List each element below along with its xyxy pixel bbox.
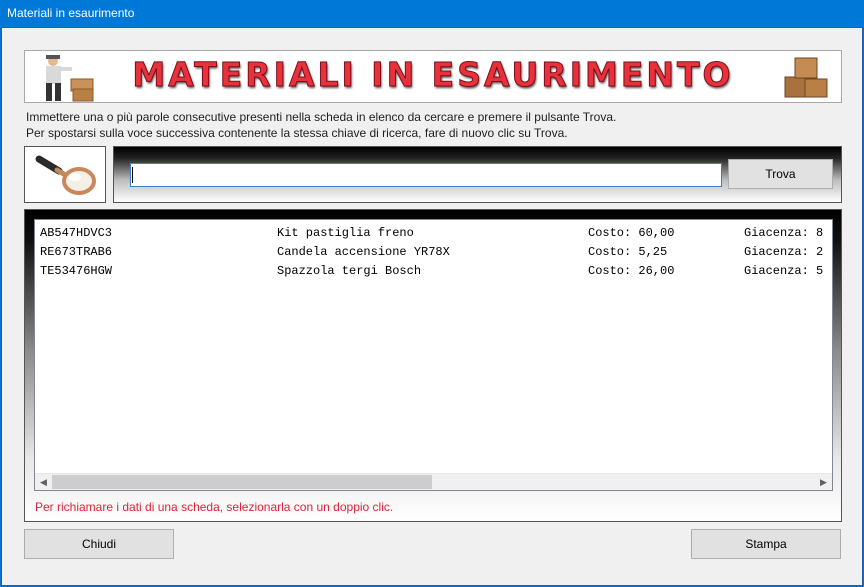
results-listbox[interactable]: AB547HDVC3 Kit pastiglia freno Costo: 60…	[34, 219, 833, 491]
window-title: Materiali in esaurimento	[0, 0, 864, 27]
main-window: MATERIALI IN ESAURIMENTO Immettere una o…	[1, 27, 863, 586]
item-cost: Costo: 5,25	[588, 245, 668, 259]
item-cost: Costo: 26,00	[588, 264, 675, 278]
item-code: TE53476HGW	[40, 264, 113, 278]
item-description: Kit pastiglia freno	[277, 226, 414, 240]
item-stock: Giacenza: 5	[744, 264, 824, 278]
list-item[interactable]: AB547HDVC3 Kit pastiglia freno Costo: 60…	[35, 224, 832, 243]
find-button[interactable]: Trova	[728, 159, 833, 189]
item-code: AB547HDVC3	[40, 226, 113, 240]
scroll-right-icon[interactable]: ▶	[815, 474, 832, 490]
item-cost: Costo: 60,00	[588, 226, 675, 240]
item-stock: Giacenza: 2	[744, 245, 824, 259]
results-panel: AB547HDVC3 Kit pastiglia freno Costo: 60…	[24, 209, 842, 522]
magnifying-glass-icon	[35, 155, 96, 195]
text-caret	[132, 167, 133, 183]
close-button[interactable]: Chiudi	[24, 529, 174, 559]
search-icon-box	[24, 146, 106, 203]
print-button[interactable]: Stampa	[691, 529, 841, 559]
banner-title: MATERIALI IN ESAURIMENTO	[132, 55, 734, 95]
header-banner: MATERIALI IN ESAURIMENTO	[24, 50, 842, 103]
list-item[interactable]: TE53476HGW Spazzola tergi Bosch Costo: 2…	[35, 262, 832, 281]
instruction-line-2: Per spostarsi sulla voce successiva cont…	[26, 126, 568, 140]
item-description: Candela accensione YR78X	[277, 245, 450, 259]
item-code: RE673TRAB6	[40, 245, 113, 259]
instruction-line-1: Immettere una o più parole consecutive p…	[26, 110, 617, 124]
scrollbar-thumb[interactable]	[52, 475, 432, 489]
search-panel: Trova	[113, 146, 842, 203]
item-stock: Giacenza: 8	[744, 226, 824, 240]
horizontal-scrollbar[interactable]: ◀ ▶	[35, 473, 832, 490]
scroll-left-icon[interactable]: ◀	[35, 474, 52, 490]
double-click-hint: Per richiamare i dati di una scheda, sel…	[35, 500, 394, 514]
item-description: Spazzola tergi Bosch	[277, 264, 422, 278]
cardboard-boxes-icon	[784, 57, 828, 98]
list-item[interactable]: RE673TRAB6 Candela accensione YR78X Cost…	[35, 243, 832, 262]
search-input[interactable]	[130, 163, 722, 187]
